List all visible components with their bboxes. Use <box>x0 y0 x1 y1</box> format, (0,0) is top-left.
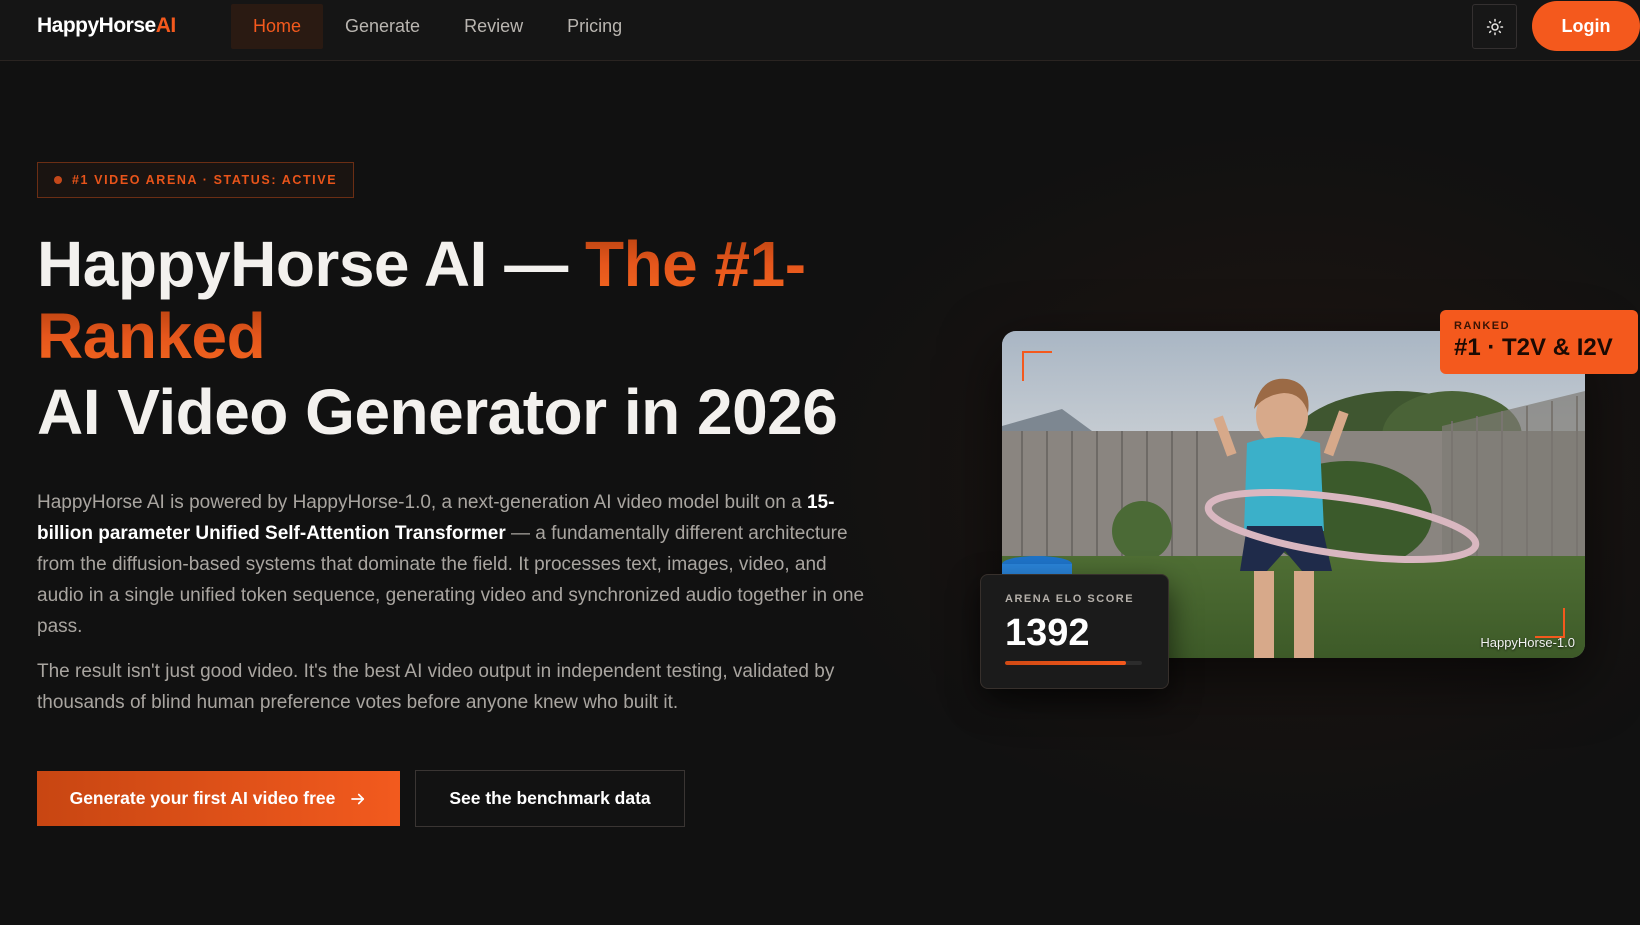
elo-score-value: 1392 <box>1005 612 1090 654</box>
ranked-tag: RANKED #1 · T2V & I2V <box>1440 310 1638 374</box>
video-model-label: HappyHorse-1.0 <box>1480 635 1575 650</box>
hero-title-line2: AI Video Generator in 2026 <box>37 376 838 448</box>
elo-score-card: ARENA ELO SCORE 1392 <box>980 574 1169 689</box>
theme-toggle-button[interactable] <box>1472 4 1517 49</box>
nav-link-review[interactable]: Review <box>442 4 545 49</box>
logo[interactable]: HappyHorseAI <box>37 14 176 38</box>
hero-title-part1: HappyHorse AI — <box>37 228 585 300</box>
arrow-right-icon <box>351 793 365 804</box>
benchmark-data-button[interactable]: See the benchmark data <box>415 770 685 827</box>
elo-score-bar <box>1005 661 1142 665</box>
elo-score-bar-fill <box>1005 661 1126 665</box>
logo-accent: AI <box>155 14 177 37</box>
frame-corner-bottom-right <box>1535 608 1565 638</box>
frame-corner-top-left <box>1022 351 1052 381</box>
status-badge-text: #1 VIDEO ARENA · STATUS: ACTIVE <box>72 173 338 187</box>
login-button[interactable]: Login <box>1532 1 1640 51</box>
hero-result-text: The result isn't just good video. It's t… <box>37 661 835 713</box>
hero-description-lead: HappyHorse AI is powered by HappyHorse-1… <box>37 492 807 513</box>
nav-links: Home Generate Review Pricing <box>231 4 644 49</box>
logo-text: HappyHorse <box>37 14 156 37</box>
hero-description: HappyHorse AI is powered by HappyHorse-1… <box>37 487 877 642</box>
status-badge: #1 VIDEO ARENA · STATUS: ACTIVE <box>37 162 355 198</box>
ranked-tag-label: RANKED <box>1454 320 1511 332</box>
ranked-tag-value: #1 · T2V & I2V <box>1454 334 1613 361</box>
top-navbar: HappyHorseAI Home Generate Review Pricin… <box>0 0 1640 61</box>
nav-link-home[interactable]: Home <box>231 4 324 49</box>
hero-title: HappyHorse AI — The #1-Ranked AI Video G… <box>37 228 897 448</box>
nav-link-generate[interactable]: Generate <box>323 4 442 49</box>
sun-icon <box>1486 18 1503 35</box>
nav-link-pricing[interactable]: Pricing <box>545 4 644 49</box>
generate-button-label: Generate your first AI video free <box>69 788 336 808</box>
elo-score-label: ARENA ELO SCORE <box>1005 593 1135 605</box>
status-dot-icon <box>54 176 62 184</box>
generate-free-video-button[interactable]: Generate your first AI video free <box>37 771 400 826</box>
